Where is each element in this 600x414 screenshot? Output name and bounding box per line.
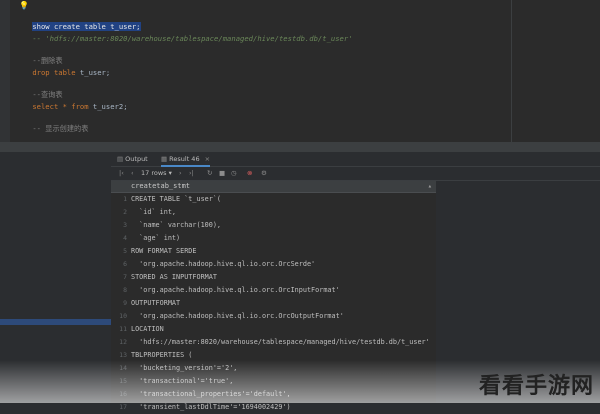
- editor-line-7[interactable]: -- 显示创建的表: [15, 115, 88, 142]
- table-row[interactable]: 2 `id` int,: [111, 206, 436, 219]
- row-value[interactable]: STORED AS INPUTFORMAT: [131, 271, 217, 284]
- table-row[interactable]: 9 OUTPUTFORMAT: [111, 297, 436, 310]
- next-page-icon[interactable]: ›: [179, 167, 182, 180]
- first-page-icon[interactable]: |‹: [119, 167, 124, 180]
- table-row[interactable]: 1 CREATE TABLE `t_user`(: [111, 193, 436, 206]
- table-row[interactable]: 12 'hdfs://master:8020/warehouse/tablesp…: [111, 336, 436, 349]
- grid-header: createtab_stmt ▴: [111, 181, 436, 193]
- row-number: 1: [123, 195, 127, 203]
- rows-count-label: 17 rows: [141, 169, 167, 177]
- settings-icon[interactable]: ⚙: [261, 167, 267, 180]
- table-row[interactable]: 6 'org.apache.hadoop.hive.ql.io.orc.OrcS…: [111, 258, 436, 271]
- row-value[interactable]: ROW FORMAT SERDE: [131, 245, 196, 258]
- last-page-icon[interactable]: ›|: [189, 167, 194, 180]
- close-icon[interactable]: ×: [205, 155, 210, 163]
- table-row[interactable]: 7 STORED AS INPUTFORMAT: [111, 271, 436, 284]
- row-value[interactable]: 'org.apache.hadoop.hive.ql.io.orc.OrcOut…: [131, 310, 344, 323]
- drop-keyword: drop table: [32, 68, 76, 77]
- services-tabs: ▤ Output ▦ Result 46 ×: [111, 152, 600, 167]
- tab-result-label: Result 46: [169, 155, 200, 163]
- rows-count[interactable]: 17 rows ▾: [141, 167, 172, 180]
- prev-page-icon[interactable]: ‹: [131, 167, 134, 180]
- select-rest: t_user2;: [88, 102, 128, 111]
- watermark-logo: 看看手游网: [478, 374, 594, 399]
- row-value[interactable]: `age` int): [131, 232, 180, 245]
- editor-gutter: [0, 0, 10, 142]
- drop-rest: t_user;: [75, 68, 111, 77]
- row-value[interactable]: OUTPUTFORMAT: [131, 297, 180, 310]
- column-header-createtab-stmt[interactable]: createtab_stmt: [131, 181, 190, 192]
- table-row[interactable]: 11 LOCATION: [111, 323, 436, 336]
- table-icon: ▦: [161, 155, 168, 163]
- panel-separator[interactable]: [0, 142, 600, 152]
- row-number: 10: [119, 312, 127, 320]
- row-value[interactable]: CREATE TABLE `t_user`(: [131, 193, 221, 206]
- history-icon[interactable]: ◷: [231, 167, 237, 180]
- row-number: 4: [123, 234, 127, 242]
- table-row[interactable]: 3 `name` varchar(100),: [111, 219, 436, 232]
- row-value[interactable]: 'hdfs://master:8020/warehouse/tablespace…: [131, 336, 430, 349]
- tab-output-label: Output: [125, 155, 148, 163]
- row-value[interactable]: 'org.apache.hadoop.hive.ql.io.orc.OrcInp…: [131, 284, 340, 297]
- table-row[interactable]: 5 ROW FORMAT SERDE: [111, 245, 436, 258]
- result-toolbar: |‹ ‹ 17 rows ▾ › ›| ↻ ■ ◷ ⊗ ⚙: [111, 167, 600, 181]
- output-icon: ▤: [117, 155, 124, 163]
- row-number: 6: [123, 260, 127, 268]
- select-keyword: select * from: [32, 102, 89, 111]
- lightbulb-icon[interactable]: 💡: [19, 1, 29, 10]
- comment-show: -- 显示创建的表: [32, 124, 89, 133]
- path-comment: -- 'hdfs://master:8020/warehouse/tablesp…: [32, 34, 353, 43]
- tab-result[interactable]: ▦ Result 46 ×: [161, 153, 211, 167]
- table-row[interactable]: 10 'org.apache.hadoop.hive.ql.io.orc.Orc…: [111, 310, 436, 323]
- row-value[interactable]: 'org.apache.hadoop.hive.ql.io.orc.OrcSer…: [131, 258, 315, 271]
- editor-line-2[interactable]: -- 'hdfs://master:8020/warehouse/tablesp…: [15, 25, 353, 52]
- editor-divider: [511, 0, 512, 142]
- row-number: 11: [119, 325, 127, 333]
- row-number: 9: [123, 299, 127, 307]
- row-number: 2: [123, 208, 127, 216]
- table-row[interactable]: 8 'org.apache.hadoop.hive.ql.io.orc.OrcI…: [111, 284, 436, 297]
- row-value[interactable]: `name` varchar(100),: [131, 219, 221, 232]
- left-panel-selection[interactable]: [0, 319, 111, 325]
- tab-output[interactable]: ▤ Output: [117, 153, 148, 165]
- row-number: 5: [123, 247, 127, 255]
- row-number: 3: [123, 221, 127, 229]
- row-number: 12: [119, 338, 127, 346]
- table-row[interactable]: 4 `age` int): [111, 232, 436, 245]
- row-value[interactable]: LOCATION: [131, 323, 164, 336]
- stop-icon[interactable]: ■: [219, 167, 225, 180]
- sort-icon[interactable]: ▴: [428, 181, 432, 192]
- refresh-icon[interactable]: ↻: [207, 167, 212, 180]
- revert-icon[interactable]: ⊗: [247, 167, 252, 180]
- row-number: 8: [123, 286, 127, 294]
- sql-editor[interactable]: 💡 show create table t_user; -- 'hdfs://m…: [0, 0, 600, 142]
- row-number: 7: [123, 273, 127, 281]
- row-value[interactable]: `id` int,: [131, 206, 176, 219]
